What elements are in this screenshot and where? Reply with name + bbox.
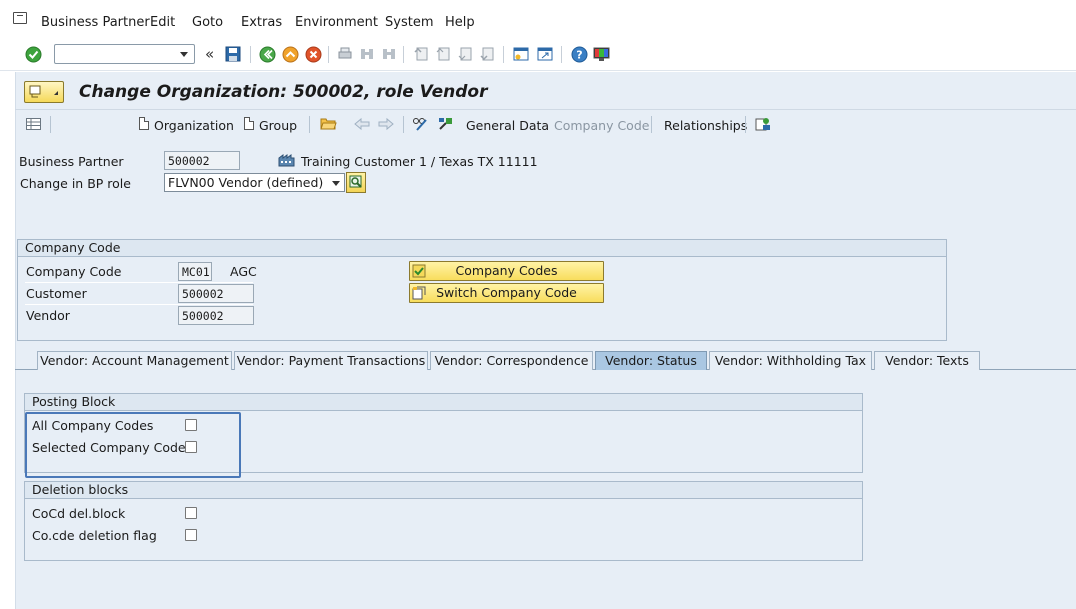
find-next-icon[interactable] — [380, 45, 398, 63]
co-cde-deletion-flag-checkbox[interactable] — [185, 529, 197, 541]
tab-payment-transactions[interactable]: Vendor: Payment Transactions — [234, 351, 428, 370]
menu-goto[interactable]: Goto — [192, 15, 223, 30]
tab-status[interactable]: Vendor: Status — [595, 351, 707, 370]
organization-button[interactable]: Organization — [154, 118, 234, 133]
next-arrow-icon[interactable] — [378, 117, 394, 134]
toolbar-separator — [403, 116, 404, 133]
menu-system[interactable]: System — [385, 15, 433, 30]
find-icon[interactable] — [358, 45, 376, 63]
document-icon — [139, 117, 149, 130]
vendor-label: Vendor — [26, 308, 70, 323]
organization-icon — [278, 153, 295, 170]
cocd-del-block-label: CoCd del.block — [32, 506, 126, 521]
last-page-icon[interactable] — [478, 45, 496, 63]
bp-role-value: FLVN00 Vendor (defined) — [168, 175, 324, 190]
app-toolbar-divider — [15, 109, 1076, 110]
switch-company-code-label: Switch Company Code — [436, 285, 577, 300]
page-title: Change Organization: 500002, role Vendor — [79, 82, 488, 102]
toolbar-separator — [50, 116, 51, 133]
toolbar-separator — [250, 46, 251, 63]
person-icon[interactable] — [755, 116, 771, 135]
help-icon[interactable]: ? — [570, 45, 588, 63]
deletion-blocks-title: Deletion blocks — [25, 482, 862, 499]
cancel-icon[interactable] — [304, 45, 322, 63]
toolbar-separator — [561, 46, 562, 63]
tab-correspondence[interactable]: Vendor: Correspondence — [430, 351, 593, 370]
screen-menu-icon[interactable] — [24, 81, 64, 103]
tab-account-management[interactable]: Vendor: Account Management — [37, 351, 232, 370]
company-codes-button[interactable]: Company Codes — [409, 261, 604, 281]
next-page-icon[interactable] — [456, 45, 474, 63]
display-change-icon[interactable] — [412, 116, 429, 135]
shortcut-icon[interactable] — [536, 45, 554, 63]
deletion-blocks-group: Deletion blocks — [24, 481, 863, 561]
menu-icon[interactable] — [13, 12, 27, 24]
business-partner-field[interactable]: 500002 — [164, 151, 240, 170]
customer-label: Customer — [26, 286, 87, 301]
exit-icon[interactable] — [281, 45, 299, 63]
business-partner-description: Training Customer 1 / Texas TX 11111 — [301, 154, 538, 169]
toolbar-separator — [503, 46, 504, 63]
menu-extras[interactable]: Extras — [241, 15, 282, 30]
menu-help[interactable]: Help — [445, 15, 475, 30]
command-field[interactable] — [54, 44, 195, 64]
menu-environment[interactable]: Environment — [295, 15, 378, 30]
customer-field[interactable]: 500002 — [178, 284, 254, 303]
tab-texts[interactable]: Vendor: Texts — [874, 351, 980, 370]
document-icon — [244, 117, 254, 130]
bp-role-dropdown[interactable]: FLVN00 Vendor (defined) — [164, 173, 345, 192]
company-code-field[interactable]: MC01 — [178, 262, 212, 281]
new-session-icon[interactable] — [512, 45, 530, 63]
toolbar-separator — [745, 116, 746, 133]
previous-arrow-icon[interactable] — [354, 117, 370, 134]
selection-highlight — [25, 412, 241, 478]
menu-edit[interactable]: Edit — [150, 15, 175, 30]
toolbar-separator — [328, 46, 329, 63]
layout-icon[interactable] — [592, 45, 610, 63]
menu-bar: Business Partner Edit Goto Extras Enviro… — [0, 0, 1076, 38]
group-button[interactable]: Group — [259, 118, 297, 133]
switch-company-code-button[interactable]: Switch Company Code — [409, 283, 604, 303]
general-data-button[interactable]: General Data — [466, 118, 549, 133]
print-icon[interactable] — [336, 45, 354, 63]
company-code-button[interactable]: Company Code — [554, 118, 649, 133]
company-code-label: Company Code — [26, 264, 122, 279]
change-bp-role-label: Change in BP role — [20, 176, 131, 191]
switch-icon — [412, 286, 426, 300]
first-page-icon[interactable] — [412, 45, 430, 63]
svg-text:?: ? — [576, 48, 582, 61]
company-code-text: AGC — [230, 264, 257, 279]
tab-withholding-tax[interactable]: Vendor: Withholding Tax — [709, 351, 872, 370]
toolbar-separator — [651, 116, 652, 133]
company-codes-icon — [412, 264, 426, 278]
back-icon[interactable] — [258, 45, 276, 63]
company-codes-label: Company Codes — [455, 263, 558, 278]
enter-icon[interactable] — [24, 45, 42, 63]
menu-business-partner[interactable]: Business Partner — [41, 15, 150, 30]
company-code-group-title: Company Code — [18, 240, 946, 257]
posting-block-title: Posting Block — [25, 394, 862, 411]
chevron-down-icon[interactable] — [332, 181, 340, 186]
co-cde-deletion-flag-label: Co.cde deletion flag — [32, 528, 157, 543]
standard-toolbar: « ? — [0, 38, 1076, 71]
toolbar-separator — [403, 46, 404, 63]
row-divider — [25, 282, 253, 283]
row-divider — [25, 304, 253, 305]
vendor-field[interactable]: 500002 — [178, 306, 254, 325]
relationships-button[interactable]: Relationships — [664, 118, 747, 133]
table-settings-icon[interactable] — [26, 118, 41, 133]
open-folder-icon[interactable] — [320, 116, 337, 134]
save-icon[interactable] — [224, 45, 242, 63]
prev-page-icon[interactable] — [434, 45, 452, 63]
role-detail-button[interactable] — [346, 172, 366, 193]
collapse-arrow-icon[interactable]: « — [205, 45, 214, 63]
chevron-down-icon[interactable] — [180, 52, 188, 57]
toolbar-separator — [309, 116, 310, 133]
other-object-icon[interactable] — [437, 116, 454, 135]
business-partner-label: Business Partner — [19, 154, 124, 169]
cocd-del-block-checkbox[interactable] — [185, 507, 197, 519]
